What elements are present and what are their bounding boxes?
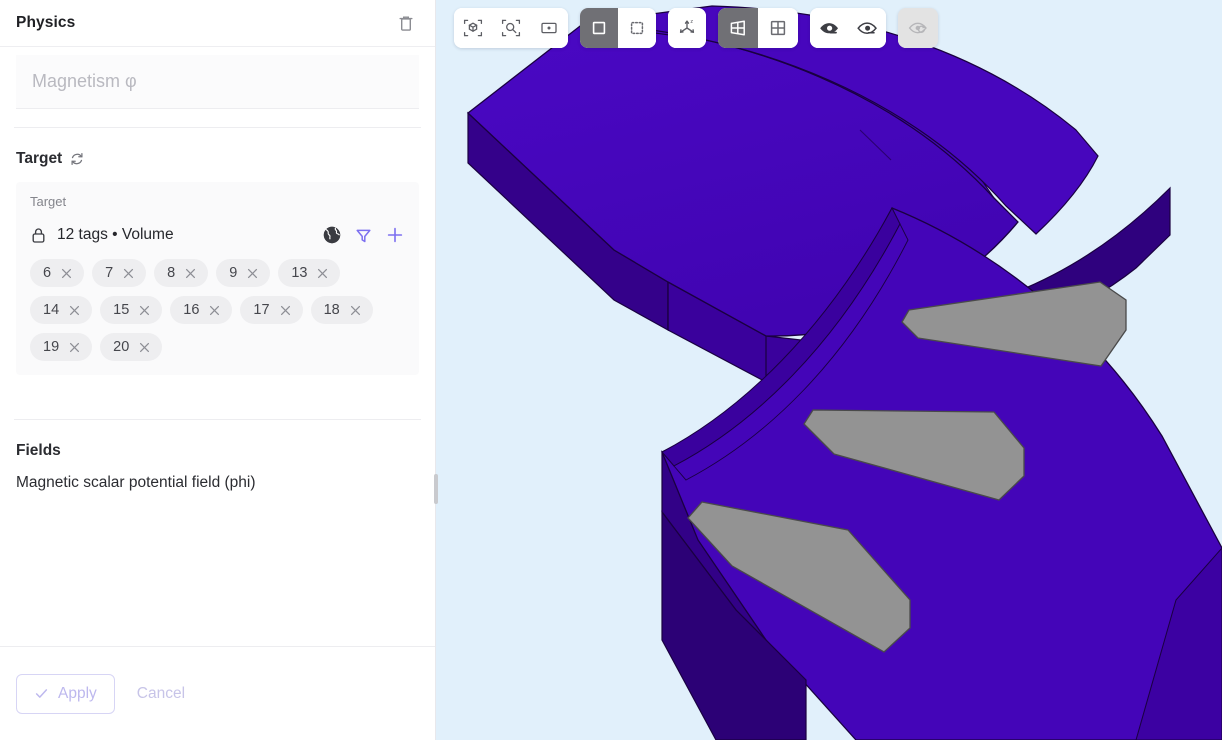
target-tag-chip[interactable]: 8: [154, 259, 209, 287]
physics-name-input[interactable]: [16, 55, 419, 109]
show-axes-button[interactable]: z: [668, 8, 706, 48]
target-tag-chip[interactable]: 20: [100, 333, 163, 361]
target-summary-row: 12 tags • Volume: [30, 225, 405, 245]
reset-visibility-group: [898, 8, 938, 48]
close-icon[interactable]: [138, 304, 151, 317]
target-tag-chip[interactable]: 9: [216, 259, 271, 287]
target-tag-chip[interactable]: 6: [30, 259, 85, 287]
target-card-label: Target: [30, 194, 67, 209]
target-tag-chip[interactable]: 14: [30, 296, 93, 324]
lock-icon[interactable]: [30, 226, 47, 245]
panel-resize-handle[interactable]: [434, 474, 438, 504]
fields-section-header: Fields: [16, 442, 419, 460]
target-tag-label: 19: [43, 339, 60, 355]
close-icon[interactable]: [246, 267, 259, 280]
target-tag-label: 18: [323, 302, 340, 318]
selection-mode-group: [580, 8, 656, 48]
view-fit-group: [454, 8, 568, 48]
panel-header: Physics: [0, 0, 435, 47]
refresh-icon[interactable]: [69, 151, 85, 167]
target-tag-chip[interactable]: 13: [278, 259, 341, 287]
box-select-button[interactable]: [618, 8, 656, 48]
target-tag-chip[interactable]: 16: [170, 296, 233, 324]
panel-footer: Apply Cancel: [0, 646, 435, 740]
fit-to-object-button[interactable]: [454, 8, 492, 48]
target-section-header: Target: [16, 150, 419, 168]
target-tag-label: 16: [183, 302, 200, 318]
globe-icon[interactable]: [322, 225, 342, 245]
reset-visibility-button: [898, 8, 938, 48]
plus-icon[interactable]: [385, 225, 405, 245]
close-icon[interactable]: [68, 341, 81, 354]
3d-scene-graphic: [467, 5, 1222, 740]
apply-button-label: Apply: [58, 684, 97, 702]
3d-model-viewport[interactable]: z: [436, 0, 1222, 740]
solid-select-button[interactable]: [580, 8, 618, 48]
target-tag-chip[interactable]: 7: [92, 259, 147, 287]
target-tag-chip[interactable]: 18: [310, 296, 373, 324]
check-icon: [34, 686, 49, 701]
close-icon[interactable]: [122, 267, 135, 280]
viewport-toolbar: z: [454, 8, 938, 48]
target-tag-list: 6 7 8 9 13 14 15 16 17 18 19 20: [30, 259, 405, 361]
target-summary-left: 12 tags • Volume: [30, 226, 174, 245]
target-tag-label: 20: [113, 339, 130, 355]
target-tag-chip[interactable]: 15: [100, 296, 163, 324]
grid-mode-group: [718, 8, 798, 48]
close-icon[interactable]: [349, 304, 362, 317]
close-icon[interactable]: [68, 304, 81, 317]
target-tag-chip[interactable]: 17: [240, 296, 303, 324]
svg-text:z: z: [690, 19, 693, 25]
close-icon[interactable]: [316, 267, 329, 280]
filter-icon[interactable]: [354, 226, 373, 245]
close-icon[interactable]: [208, 304, 221, 317]
target-tag-label: 8: [167, 265, 176, 281]
close-icon[interactable]: [184, 267, 197, 280]
target-card-actions: [322, 225, 405, 245]
apply-button[interactable]: Apply: [16, 673, 115, 714]
field-item[interactable]: Magnetic scalar potential field (phi): [16, 474, 419, 492]
flat-grid-button[interactable]: [758, 8, 798, 48]
target-tag-label: 6: [43, 265, 52, 281]
target-summary-text: 12 tags • Volume: [57, 226, 174, 243]
target-tag-label: 9: [229, 265, 238, 281]
section-divider-top: [14, 127, 421, 128]
close-icon[interactable]: [279, 304, 292, 317]
app-root: Physics Target: [0, 0, 1222, 740]
name-field-wrapper: [0, 47, 435, 109]
cancel-button[interactable]: Cancel: [123, 674, 199, 714]
target-heading: Target: [16, 150, 63, 167]
section-divider-fields: [14, 419, 421, 420]
target-tag-label: 17: [253, 302, 270, 318]
axes-group: z: [668, 8, 706, 48]
physics-properties-panel: Physics Target: [0, 0, 438, 740]
target-tag-label: 14: [43, 302, 60, 318]
target-card: Target 12 tags • Volume 6 7 8 9 13 14 15…: [16, 182, 419, 375]
target-tag-chip[interactable]: 19: [30, 333, 93, 361]
page-title: Physics: [16, 14, 76, 31]
close-icon[interactable]: [138, 341, 151, 354]
zoom-to-window-button[interactable]: [530, 8, 568, 48]
target-tag-label: 15: [113, 302, 130, 318]
target-tag-label: 13: [291, 265, 308, 281]
target-tag-label: 7: [105, 265, 114, 281]
show-all-button[interactable]: [810, 8, 848, 48]
perspective-grid-button[interactable]: [718, 8, 758, 48]
close-icon[interactable]: [60, 267, 73, 280]
visibility-group: [810, 8, 886, 48]
fields-heading: Fields: [16, 442, 61, 459]
fields-section: Fields Magnetic scalar potential field (…: [0, 442, 435, 492]
target-section: Target Target 12 tags • Volume 6 7 8 9 1…: [0, 150, 435, 375]
panel-scroll-area: Physics Target: [0, 0, 435, 646]
trash-icon[interactable]: [393, 10, 419, 36]
hide-all-button[interactable]: [848, 8, 886, 48]
zoom-to-fit-button[interactable]: [492, 8, 530, 48]
